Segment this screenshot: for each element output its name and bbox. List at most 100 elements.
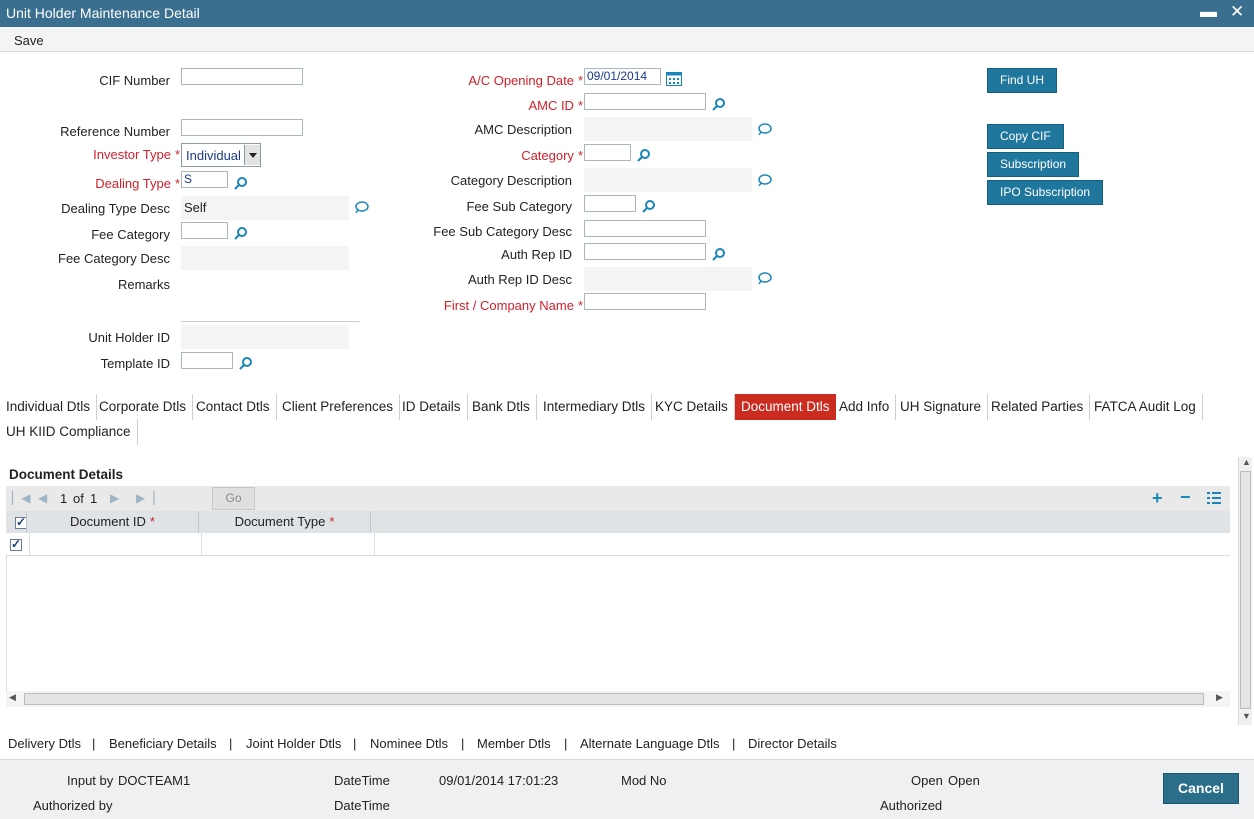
scroll-left-icon[interactable]: ◀ (9, 692, 16, 703)
category-input[interactable] (584, 144, 631, 161)
close-icon[interactable]: ✕ (1230, 2, 1244, 22)
tab-document-dtls[interactable]: Document Dtls (735, 394, 836, 420)
investor-type-label: Investor Type * (20, 147, 180, 162)
cif-number-label: CIF Number (99, 73, 170, 88)
copy-cif-button[interactable]: Copy CIF (987, 124, 1064, 149)
search-icon[interactable] (642, 199, 656, 213)
required-mark: * (577, 148, 583, 163)
previous-page-icon[interactable]: ◀ (38, 491, 47, 505)
tab-intermediary-dtls[interactable]: Intermediary Dtls (537, 394, 653, 420)
investor-type-select[interactable]: Individual (181, 143, 261, 167)
list-view-icon[interactable] (1207, 492, 1221, 505)
document-id-column-header[interactable]: Document ID * (27, 514, 198, 529)
joint-holder-dtls-link[interactable]: Joint Holder Dtls (246, 736, 341, 751)
save-button[interactable]: Save (14, 33, 44, 48)
description-bubble-icon[interactable] (758, 123, 772, 135)
add-row-icon[interactable]: + (1152, 488, 1163, 509)
document-id-header-text: Document ID (70, 514, 146, 529)
tab-uh-signature[interactable]: UH Signature (894, 394, 989, 420)
link-separator: | (353, 736, 357, 751)
first-company-name-label-text: First / Company Name (443, 298, 574, 313)
template-id-label: Template ID (100, 356, 170, 371)
search-icon[interactable] (637, 148, 651, 162)
row-select-checkbox[interactable] (10, 537, 22, 551)
tab-kyc-details[interactable]: KYC Details (649, 394, 735, 420)
calendar-icon[interactable] (666, 71, 682, 86)
cancel-button[interactable]: Cancel (1163, 773, 1239, 804)
fee-sub-category-label: Fee Sub Category (466, 199, 572, 214)
scroll-down-icon[interactable]: ▼ (1242, 711, 1251, 721)
first-page-icon[interactable]: ▏◀ (12, 491, 30, 505)
cif-number-input[interactable] (181, 68, 303, 85)
auth-rep-id-desc-value (584, 267, 752, 291)
tab-bank-dtls[interactable]: Bank Dtls (466, 394, 537, 420)
remarks-textarea[interactable] (181, 272, 360, 322)
find-uh-button[interactable]: Find UH (987, 68, 1058, 93)
description-bubble-icon[interactable] (355, 201, 369, 213)
delivery-dtls-link[interactable]: Delivery Dtls (8, 736, 81, 751)
tab-add-info[interactable]: Add Info (833, 394, 897, 420)
mod-no-label: Mod No (621, 773, 667, 788)
subscription-button[interactable]: Subscription (987, 152, 1080, 177)
tab-contact-dtls[interactable]: Contact Dtls (190, 394, 277, 420)
datetime-value: 09/01/2014 17:01:23 (439, 773, 559, 788)
unit-holder-id-value (181, 325, 349, 349)
scroll-right-icon[interactable]: ▶ (1216, 692, 1223, 703)
beneficiary-details-link[interactable]: Beneficiary Details (109, 736, 217, 751)
delete-row-icon[interactable]: − (1180, 487, 1191, 508)
minimize-icon[interactable]: ▬ (1200, 2, 1217, 22)
fee-category-input[interactable] (181, 222, 228, 239)
document-id-cell[interactable] (29, 533, 202, 555)
amc-id-label-text: AMC ID (528, 98, 574, 113)
reference-number-label: Reference Number (60, 124, 170, 139)
description-bubble-icon[interactable] (758, 174, 772, 186)
vertical-scroll-thumb[interactable] (1240, 471, 1251, 709)
horizontal-scrollbar[interactable]: ◀ ▶ (6, 691, 1230, 707)
document-type-cell[interactable] (202, 533, 375, 555)
next-page-icon[interactable]: ▶ (110, 491, 119, 505)
tab-corporate-dtls[interactable]: Corporate Dtls (93, 394, 194, 420)
template-id-input[interactable] (181, 352, 233, 369)
input-by-label: Input by (67, 773, 114, 788)
amc-id-input[interactable] (584, 93, 706, 110)
fee-sub-category-input[interactable] (584, 195, 636, 212)
dealing-type-desc-value: Self (181, 196, 349, 220)
tab-related-parties[interactable]: Related Parties (985, 394, 1091, 420)
go-button[interactable]: Go (212, 487, 255, 510)
document-type-column-header[interactable]: Document Type * (199, 514, 370, 529)
amc-id-label: AMC ID * (380, 98, 583, 113)
tab-uh-kiid-compliance[interactable]: UH KIID Compliance (0, 419, 138, 445)
auth-rep-id-input[interactable] (584, 243, 706, 260)
description-bubble-icon[interactable] (758, 272, 772, 284)
tab-fatca-audit-log[interactable]: FATCA Audit Log (1088, 394, 1203, 420)
unit-holder-id-label: Unit Holder ID (88, 330, 170, 345)
tab-client-preferences[interactable]: Client Preferences (276, 394, 401, 420)
category-label: Category * (380, 148, 583, 163)
scroll-up-icon[interactable]: ▲ (1242, 457, 1251, 467)
search-icon[interactable] (239, 356, 253, 370)
vertical-scrollbar[interactable]: ▲ ▼ (1238, 457, 1252, 725)
member-dtls-link[interactable]: Member Dtls (477, 736, 551, 751)
ac-opening-date-input[interactable]: 09/01/2014 (584, 68, 661, 85)
reference-number-input[interactable] (181, 119, 303, 136)
search-icon[interactable] (234, 176, 248, 190)
search-icon[interactable] (712, 247, 726, 261)
remarks-label: Remarks (117, 277, 170, 292)
first-company-name-input[interactable] (584, 293, 706, 310)
last-page-icon[interactable]: ▶▕ (136, 491, 154, 505)
category-description-label: Category Description (450, 173, 572, 188)
table-row[interactable] (6, 533, 1230, 556)
tab-individual-dtls[interactable]: Individual Dtls (0, 394, 98, 420)
fee-sub-category-desc-input[interactable] (584, 220, 706, 237)
dealing-type-input[interactable]: S (181, 171, 228, 188)
search-icon[interactable] (234, 226, 248, 240)
alternate-language-dtls-link[interactable]: Alternate Language Dtls (580, 736, 719, 751)
tab-id-details[interactable]: ID Details (396, 394, 468, 420)
search-icon[interactable] (712, 97, 726, 111)
horizontal-scroll-thumb[interactable] (24, 693, 1204, 705)
director-details-link[interactable]: Director Details (748, 736, 837, 751)
ipo-subscription-button[interactable]: IPO Subscription (987, 180, 1104, 205)
grid-header: Document ID* Document Type* (6, 511, 1230, 533)
nominee-dtls-link[interactable]: Nominee Dtls (370, 736, 448, 751)
chevron-down-icon[interactable] (244, 145, 260, 165)
